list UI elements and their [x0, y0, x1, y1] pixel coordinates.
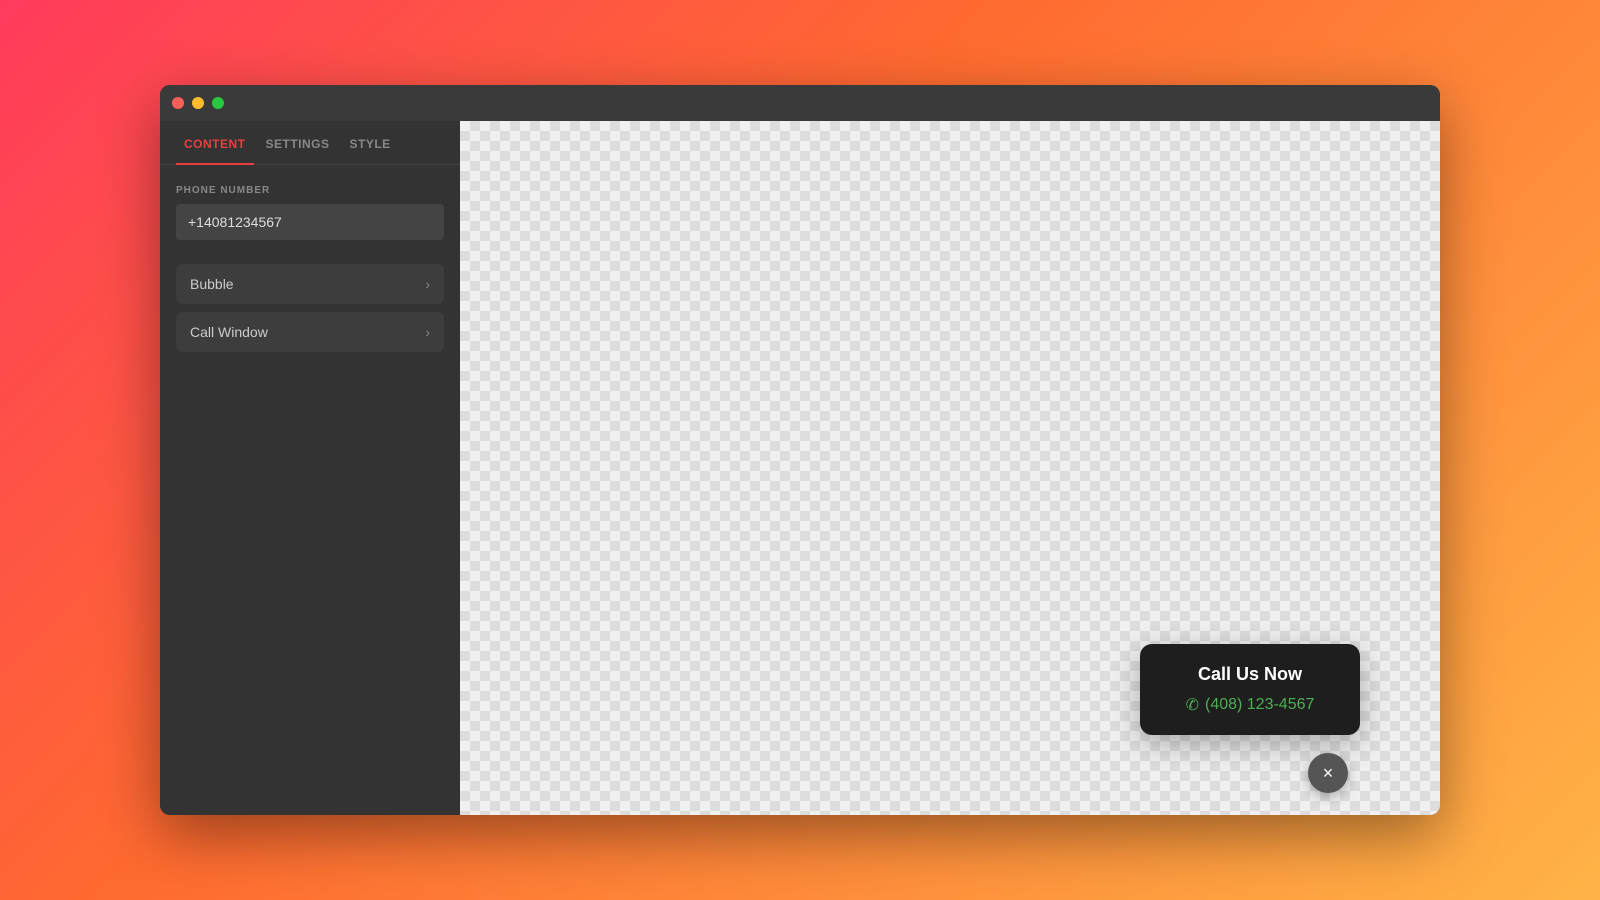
call-window-section-item[interactable]: Call Window › [176, 312, 444, 352]
tab-content[interactable]: CONTENT [176, 121, 254, 165]
titlebar [160, 85, 1440, 121]
tab-settings[interactable]: SETTINGS [258, 121, 338, 165]
bubble-section-item[interactable]: Bubble › [176, 264, 444, 304]
bubble-chevron-icon: › [425, 276, 430, 292]
call-widget-phone[interactable]: ✆ (408) 123-4567 [1168, 695, 1332, 715]
close-icon: × [1323, 763, 1334, 784]
call-widget-phone-number: (408) 123-4567 [1205, 696, 1314, 714]
traffic-light-green[interactable] [212, 97, 224, 109]
traffic-light-red[interactable] [172, 97, 184, 109]
phone-number-label: PHONE NUMBER [176, 185, 444, 196]
app-window: CONTENT SETTINGS STYLE PHONE NUMBER Bubb… [160, 85, 1440, 815]
traffic-lights [172, 97, 224, 109]
tabs: CONTENT SETTINGS STYLE [160, 121, 460, 165]
call-window-chevron-icon: › [425, 324, 430, 340]
call-widget: Call Us Now ✆ (408) 123-4567 [1140, 644, 1360, 735]
phone-number-input[interactable] [176, 204, 444, 240]
call-widget-title: Call Us Now [1168, 664, 1332, 685]
preview-area: Call Us Now ✆ (408) 123-4567 × [460, 121, 1440, 815]
sidebar-body: PHONE NUMBER Bubble › Call Window › [160, 165, 460, 815]
bubble-label: Bubble [190, 276, 234, 292]
call-window-label: Call Window [190, 324, 268, 340]
sidebar: CONTENT SETTINGS STYLE PHONE NUMBER Bubb… [160, 121, 460, 815]
main-content: CONTENT SETTINGS STYLE PHONE NUMBER Bubb… [160, 121, 1440, 815]
phone-icon: ✆ [1186, 695, 1199, 715]
close-bubble-button[interactable]: × [1308, 753, 1348, 793]
traffic-light-yellow[interactable] [192, 97, 204, 109]
tab-style[interactable]: STYLE [342, 121, 399, 165]
